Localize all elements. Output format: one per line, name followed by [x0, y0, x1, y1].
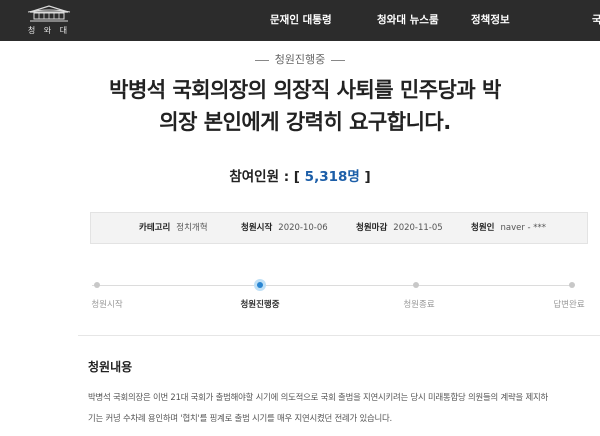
top-navigation-bar: 청 와 대 문재인 대통령 청와대 뉴스룸 정책정보 국 — [0, 0, 600, 41]
petition-title-line-2: 의장 본인에게 강력히 요구합니다. — [159, 110, 451, 134]
info-petitioner-value: naver - *** — [500, 223, 547, 233]
content-heading: 청원내용 — [88, 360, 133, 374]
info-petitioner: 청원인 naver - *** — [471, 213, 546, 243]
step-dot-in-progress — [254, 279, 266, 291]
step-label-start: 청원시작 — [91, 300, 123, 310]
step-dot-start — [94, 282, 100, 288]
section-divider — [78, 335, 600, 336]
info-end-label: 청원마감 — [356, 223, 388, 233]
info-start-date: 청원시작 2020-10-06 — [241, 213, 328, 243]
info-end-date: 청원마감 2020-11-05 — [356, 213, 443, 243]
content-line-2: 기는 커녕 수차례 용인하며 '협치'를 핑계로 출범 시기를 매우 지연시켰던… — [88, 413, 392, 423]
petition-title: 박병석 국회의장의 의장직 사퇴를 민주당과 박 의장 본인에게 강력히 요구합… — [70, 74, 540, 138]
status-dash-right — [331, 59, 346, 61]
nav-national[interactable]: 국 — [592, 0, 600, 41]
info-petitioner-label: 청원인 — [471, 223, 495, 233]
logo-text: 청 와 대 — [27, 26, 71, 35]
status-dash-left — [254, 59, 269, 61]
step-label-in-progress: 청원진행중 — [240, 300, 280, 310]
step-label-closed: 청원종료 — [403, 300, 435, 310]
nav-president[interactable]: 문재인 대통령 — [270, 0, 332, 41]
petition-info-box: 카테고리 정치개혁 청원시작 2020-10-06 청원마감 2020-11-05 청… — [90, 212, 588, 244]
nav-policy-info[interactable]: 정책정보 — [471, 0, 510, 41]
info-start-value: 2020-10-06 — [278, 223, 328, 233]
participants-label: 참여인원 : [ — [229, 169, 300, 185]
cheongwadae-logo[interactable]: 청 와 대 — [14, 3, 84, 37]
participants-number: 5,318명 — [304, 169, 360, 185]
petition-status: 청원진행중 — [0, 51, 600, 67]
step-dot-answered — [569, 282, 575, 288]
participants-bracket-close: ] — [364, 169, 371, 185]
content-line-1: 박병석 국회의장은 이번 21대 국회가 출범해야할 시기에 의도적으로 국회 … — [88, 392, 548, 402]
nav-newsroom[interactable]: 청와대 뉴스룸 — [377, 0, 439, 41]
petition-content: 박병석 국회의장은 이번 21대 국회가 출범해야할 시기에 의도적으로 국회 … — [88, 387, 600, 429]
participants-count: 참여인원 : [ 5,318명 ] — [0, 165, 600, 185]
info-category-label: 카테고리 — [139, 223, 171, 233]
petition-title-line-1: 박병석 국회의장의 의장직 사퇴를 민주당과 박 — [109, 78, 501, 102]
progress-track — [92, 285, 572, 286]
info-category-value: 정치개혁 — [176, 223, 208, 233]
status-text: 청원진행중 — [274, 53, 326, 66]
info-start-label: 청원시작 — [241, 223, 273, 233]
step-label-answered: 답변완료 — [553, 300, 585, 310]
info-category: 카테고리 정치개혁 — [139, 213, 208, 243]
info-end-value: 2020-11-05 — [393, 223, 443, 233]
step-dot-closed — [413, 282, 419, 288]
cheongwadae-building-icon — [27, 5, 71, 22]
